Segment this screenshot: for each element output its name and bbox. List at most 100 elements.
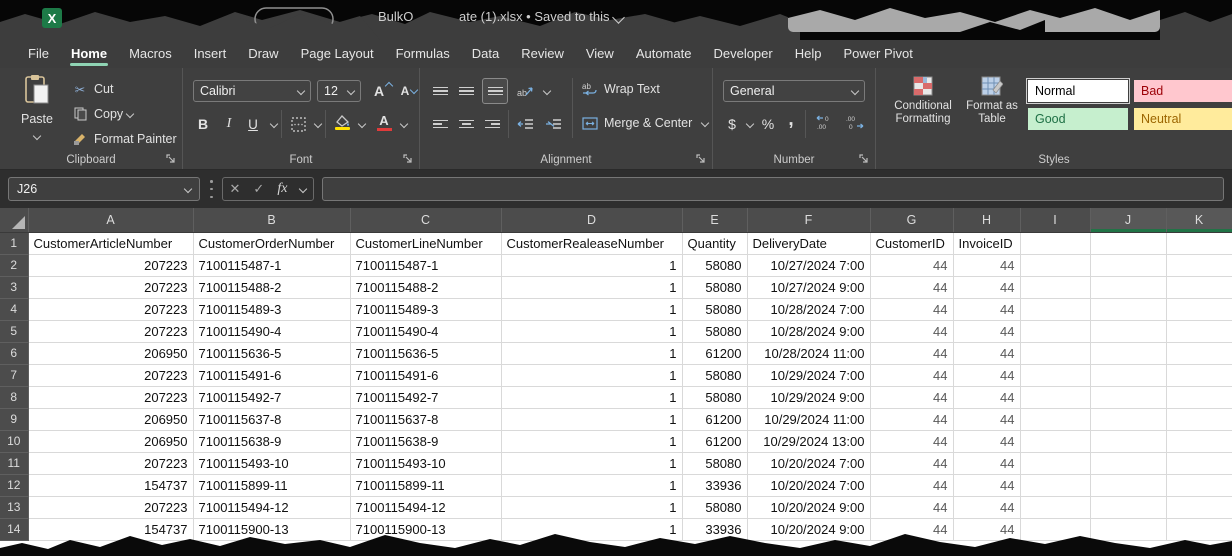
name-box[interactable]: J26 bbox=[8, 177, 200, 201]
decrease-font-size-button[interactable]: A bbox=[395, 79, 415, 103]
cell-K5[interactable] bbox=[1166, 320, 1232, 342]
column-header-I[interactable]: I bbox=[1020, 208, 1090, 232]
paste-button[interactable]: Paste bbox=[14, 74, 60, 146]
cell-D8[interactable]: 1 bbox=[501, 386, 682, 408]
cell-I14[interactable] bbox=[1020, 518, 1090, 540]
middle-align-button[interactable] bbox=[456, 79, 476, 103]
cell-F2[interactable]: 10/27/2024 7:00 bbox=[747, 254, 870, 276]
column-header-D[interactable]: D bbox=[501, 208, 682, 232]
cell-B2[interactable]: 7100115487-1 bbox=[193, 254, 350, 276]
tab-page-layout[interactable]: Page Layout bbox=[291, 41, 384, 67]
cell-C4[interactable]: 7100115489-3 bbox=[350, 298, 501, 320]
tab-macros[interactable]: Macros bbox=[119, 41, 182, 67]
cell-C5[interactable]: 7100115490-4 bbox=[350, 320, 501, 342]
cell-J9[interactable] bbox=[1090, 408, 1166, 430]
cell-C2[interactable]: 7100115487-1 bbox=[350, 254, 501, 276]
row-header-5[interactable]: 5 bbox=[0, 320, 28, 342]
cell-B8[interactable]: 7100115492-7 bbox=[193, 386, 350, 408]
style-chip-normal[interactable]: Normal bbox=[1028, 80, 1128, 102]
cell-H1[interactable]: InvoiceID bbox=[953, 232, 1020, 254]
cell-H14[interactable]: 44 bbox=[953, 518, 1020, 540]
cell-D4[interactable]: 1 bbox=[501, 298, 682, 320]
style-chip-bad[interactable]: Bad bbox=[1134, 80, 1232, 102]
cell-E5[interactable]: 58080 bbox=[682, 320, 747, 342]
cell-B5[interactable]: 7100115490-4 bbox=[193, 320, 350, 342]
increase-decimal-button[interactable]: 0.00 bbox=[813, 110, 837, 134]
cell-C1[interactable]: CustomerLineNumber bbox=[350, 232, 501, 254]
cell-E14[interactable]: 33936 bbox=[682, 518, 747, 540]
percent-style-button[interactable]: % bbox=[759, 112, 777, 136]
increase-indent-button[interactable] bbox=[542, 112, 564, 136]
cell-F7[interactable]: 10/29/2024 7:00 bbox=[747, 364, 870, 386]
bold-button[interactable]: B bbox=[195, 112, 211, 136]
cell-A14[interactable]: 154737 bbox=[28, 518, 193, 540]
cell-B11[interactable]: 7100115493-10 bbox=[193, 452, 350, 474]
cell-G11[interactable]: 44 bbox=[870, 452, 953, 474]
row-header-9[interactable]: 9 bbox=[0, 408, 28, 430]
cell-B4[interactable]: 7100115489-3 bbox=[193, 298, 350, 320]
tab-automate[interactable]: Automate bbox=[626, 41, 702, 67]
cell-A1[interactable]: CustomerArticleNumber bbox=[28, 232, 193, 254]
cell-I1[interactable] bbox=[1020, 232, 1090, 254]
cell-G1[interactable]: CustomerID bbox=[870, 232, 953, 254]
font-name-combo[interactable]: Calibri bbox=[193, 80, 311, 102]
excel-app-icon[interactable]: X bbox=[42, 8, 62, 28]
row-header-3[interactable]: 3 bbox=[0, 276, 28, 298]
cell-I3[interactable] bbox=[1020, 276, 1090, 298]
cell-H12[interactable]: 44 bbox=[953, 474, 1020, 496]
cell-C13[interactable]: 7100115494-12 bbox=[350, 496, 501, 518]
number-dialog-launcher[interactable] bbox=[859, 154, 870, 165]
cell-H10[interactable]: 44 bbox=[953, 430, 1020, 452]
cell-H11[interactable]: 44 bbox=[953, 452, 1020, 474]
cell-F3[interactable]: 10/27/2024 9:00 bbox=[747, 276, 870, 298]
column-header-E[interactable]: E bbox=[682, 208, 747, 232]
cell-K9[interactable] bbox=[1166, 408, 1232, 430]
cell-J4[interactable] bbox=[1090, 298, 1166, 320]
font-color-chevron-icon[interactable] bbox=[400, 120, 408, 128]
cell-A3[interactable]: 207223 bbox=[28, 276, 193, 298]
cell-G10[interactable]: 44 bbox=[870, 430, 953, 452]
row-header-1[interactable]: 1 bbox=[0, 232, 28, 254]
cell-E3[interactable]: 58080 bbox=[682, 276, 747, 298]
formula-input[interactable] bbox=[322, 177, 1224, 201]
tab-home[interactable]: Home bbox=[61, 41, 117, 67]
row-header-2[interactable]: 2 bbox=[0, 254, 28, 276]
font-size-combo[interactable]: 12 bbox=[317, 80, 361, 102]
cell-C14[interactable]: 7100115900-13 bbox=[350, 518, 501, 540]
cell-C8[interactable]: 7100115492-7 bbox=[350, 386, 501, 408]
cell-J3[interactable] bbox=[1090, 276, 1166, 298]
column-header-K[interactable]: K bbox=[1166, 208, 1232, 232]
align-left-button[interactable] bbox=[430, 112, 450, 136]
cell-E1[interactable]: Quantity bbox=[682, 232, 747, 254]
cell-H2[interactable]: 44 bbox=[953, 254, 1020, 276]
cell-K6[interactable] bbox=[1166, 342, 1232, 364]
cell-K11[interactable] bbox=[1166, 452, 1232, 474]
cell-B3[interactable]: 7100115488-2 bbox=[193, 276, 350, 298]
cell-K2[interactable] bbox=[1166, 254, 1232, 276]
cell-G2[interactable]: 44 bbox=[870, 254, 953, 276]
cell-I9[interactable] bbox=[1020, 408, 1090, 430]
row-header-12[interactable]: 12 bbox=[0, 474, 28, 496]
insert-function-icon[interactable]: fx bbox=[277, 181, 287, 197]
font-dialog-launcher[interactable] bbox=[403, 154, 414, 165]
cell-E2[interactable]: 58080 bbox=[682, 254, 747, 276]
cell-C11[interactable]: 7100115493-10 bbox=[350, 452, 501, 474]
cell-D12[interactable]: 1 bbox=[501, 474, 682, 496]
cell-K7[interactable] bbox=[1166, 364, 1232, 386]
cell-D2[interactable]: 1 bbox=[501, 254, 682, 276]
cell-D10[interactable]: 1 bbox=[501, 430, 682, 452]
cell-K4[interactable] bbox=[1166, 298, 1232, 320]
tab-review[interactable]: Review bbox=[511, 41, 574, 67]
cell-E10[interactable]: 61200 bbox=[682, 430, 747, 452]
cell-D14[interactable]: 1 bbox=[501, 518, 682, 540]
cell-A6[interactable]: 206950 bbox=[28, 342, 193, 364]
cell-A7[interactable]: 207223 bbox=[28, 364, 193, 386]
cut-button[interactable]: ✂ Cut bbox=[72, 78, 113, 100]
cell-J13[interactable] bbox=[1090, 496, 1166, 518]
cell-F8[interactable]: 10/29/2024 9:00 bbox=[747, 386, 870, 408]
cell-E11[interactable]: 58080 bbox=[682, 452, 747, 474]
cell-I4[interactable] bbox=[1020, 298, 1090, 320]
cell-I6[interactable] bbox=[1020, 342, 1090, 364]
cell-C3[interactable]: 7100115488-2 bbox=[350, 276, 501, 298]
cell-A5[interactable]: 207223 bbox=[28, 320, 193, 342]
